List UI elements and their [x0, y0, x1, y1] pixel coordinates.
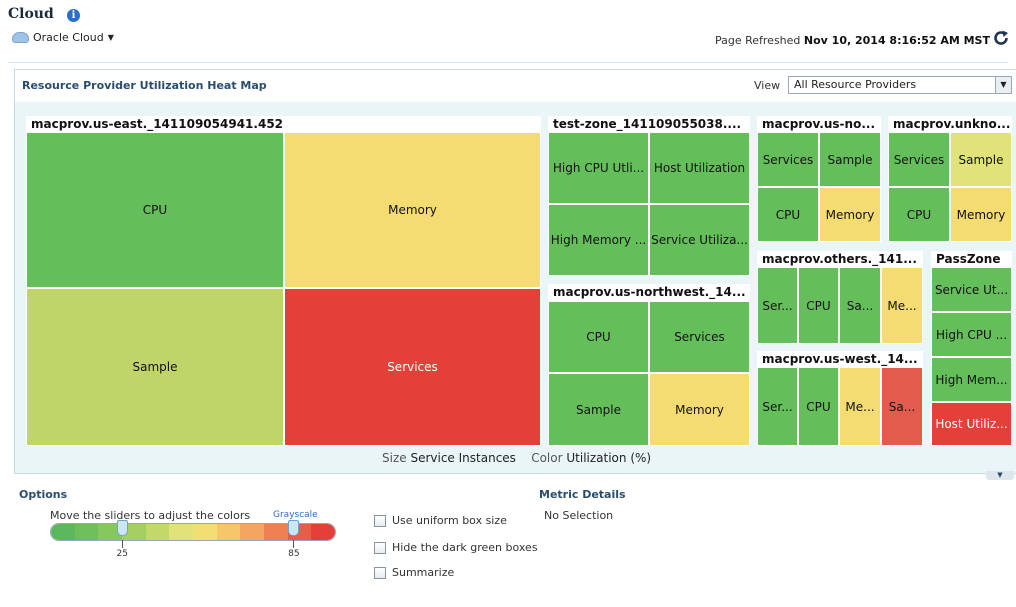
- collapse-toggle-icon[interactable]: ▼: [986, 471, 1014, 480]
- heatmap-group-passzone: PassZone Service Ut... High CPU ... High…: [931, 251, 1012, 446]
- refresh-time: Nov 10, 2014 8:16:52 AM MST: [803, 34, 990, 47]
- options-title: Options: [19, 488, 68, 501]
- heatmap-title: Resource Provider Utilization Heat Map: [22, 79, 267, 92]
- heatmap-cell[interactable]: Sa...: [839, 267, 881, 344]
- slider-instructions: Move the sliders to adjust the colors: [50, 509, 251, 522]
- group-title: test-zone_141109055038....: [553, 117, 742, 131]
- heatmap-cell[interactable]: CPU: [757, 187, 819, 242]
- uniform-box-size-label: Use uniform box size: [392, 514, 507, 527]
- group-title: macprov.us-east._141109054941.452: [31, 117, 284, 131]
- heatmap-cell[interactable]: Memory: [649, 373, 750, 446]
- slider-low-handle[interactable]: [116, 520, 128, 536]
- heatmap-cell[interactable]: CPU: [798, 367, 839, 446]
- heatmap-group-unknown: macprov.unkno... Services Sample CPU Mem…: [888, 116, 1012, 242]
- target-selector-label: Oracle Cloud: [33, 31, 104, 44]
- heatmap-cell[interactable]: Me...: [839, 367, 881, 446]
- heatmap-cell[interactable]: CPU: [888, 187, 950, 242]
- color-scale-segment: [169, 524, 194, 540]
- color-label: Color: [531, 451, 563, 465]
- heatmap-cell[interactable]: CPU: [548, 301, 649, 373]
- color-scale-segment: [145, 524, 170, 540]
- color-scale-segment: [311, 524, 335, 540]
- target-selector-menu[interactable]: Oracle Cloud ▼: [12, 31, 114, 44]
- heatmap-cell[interactable]: Sample: [548, 373, 649, 446]
- color-scale-segment: [240, 524, 265, 540]
- grayscale-link[interactable]: Grayscale: [273, 510, 318, 520]
- color-value: Utilization (%): [566, 451, 652, 465]
- view-select-value: All Resource Providers: [794, 78, 917, 91]
- size-value: Service Instances: [410, 451, 516, 465]
- heatmap-cell[interactable]: Services: [649, 301, 750, 373]
- group-title: macprov.us-no...: [762, 117, 875, 131]
- heatmap-cell[interactable]: Host Utiliz...: [931, 402, 1012, 446]
- metric-details-title: Metric Details: [539, 488, 626, 501]
- heatmap-cell[interactable]: Memory: [950, 187, 1012, 242]
- page-title: Cloud: [8, 6, 54, 22]
- slider-low-value: 25: [116, 549, 128, 559]
- color-scale-segment: [216, 524, 241, 540]
- slider-high-value: 85: [288, 549, 300, 559]
- heatmap-cell[interactable]: CPU: [798, 267, 839, 344]
- heatmap-cell[interactable]: Host Utilization: [649, 132, 750, 204]
- hide-dark-green-checkbox[interactable]: [374, 541, 386, 554]
- slider-high-tick: [293, 540, 295, 548]
- uniform-box-size-checkbox-row[interactable]: Use uniform box size: [374, 514, 507, 527]
- heatmap-group-test-zone: test-zone_141109055038.... High CPU Utli…: [548, 116, 750, 276]
- heatmap-group-us-west: macprov.us-west._14... Ser... CPU Me... …: [757, 351, 923, 446]
- dropdown-arrow-icon[interactable]: ▼: [995, 77, 1011, 93]
- group-title: macprov.us-west._14...: [762, 352, 918, 366]
- group-title: PassZone: [936, 252, 1001, 266]
- summarize-checkbox-row[interactable]: Summarize: [374, 566, 454, 579]
- heatmap-group-us-no: macprov.us-no... Services Sample CPU Mem…: [757, 116, 881, 242]
- color-scale-segment: [193, 524, 217, 540]
- view-select[interactable]: All Resource Providers ▼: [788, 76, 1012, 94]
- hide-dark-green-label: Hide the dark green boxes: [392, 541, 538, 554]
- heatmap-cell[interactable]: High Memory ...: [548, 204, 649, 276]
- page-refreshed-text: Page Refreshed Nov 10, 2014 8:16:52 AM M…: [715, 34, 990, 47]
- heatmap-cell[interactable]: CPU: [26, 132, 284, 288]
- info-icon[interactable]: i: [67, 9, 80, 22]
- heatmap-cell[interactable]: High CPU ...: [931, 312, 1012, 357]
- view-label: View: [754, 79, 781, 92]
- group-title: macprov.us-northwest._14...: [553, 285, 746, 299]
- heatmap-cell[interactable]: Sample: [819, 132, 881, 187]
- group-title: macprov.others._141...: [762, 252, 917, 266]
- heatmap-cell[interactable]: Ser...: [757, 267, 798, 344]
- metric-details-value: No Selection: [544, 509, 614, 522]
- slider-low-tick: [121, 540, 123, 548]
- header-divider: [8, 62, 1008, 63]
- slider-high-handle[interactable]: [288, 520, 300, 536]
- heatmap-cell[interactable]: Memory: [284, 132, 541, 288]
- heatmap-group-others: macprov.others._141... Ser... CPU Sa... …: [757, 251, 923, 344]
- heatmap-cell[interactable]: Ser...: [757, 367, 798, 446]
- heatmap-cell[interactable]: Memory: [819, 187, 881, 242]
- group-title: macprov.unkno...: [893, 117, 1011, 131]
- heatmap-cell[interactable]: Me...: [881, 267, 923, 344]
- heatmap-cell[interactable]: Services: [888, 132, 950, 187]
- heatmap-cell[interactable]: High Mem...: [931, 357, 1012, 402]
- heatmap-cell[interactable]: Services: [284, 288, 541, 446]
- refresh-prefix: Page Refreshed: [714, 34, 801, 47]
- summarize-checkbox[interactable]: [374, 566, 386, 579]
- hide-dark-green-checkbox-row[interactable]: Hide the dark green boxes: [374, 541, 538, 554]
- size-label: Size: [382, 451, 407, 465]
- heatmap-group-us-east: macprov.us-east._141109054941.452 CPU Me…: [26, 116, 541, 446]
- summarize-label: Summarize: [392, 566, 455, 579]
- color-scale-segment: [51, 524, 75, 540]
- heatmap-cell[interactable]: Services: [757, 132, 819, 187]
- heatmap-cell[interactable]: Service Utiliza...: [649, 204, 750, 276]
- heatmap-cell[interactable]: Sample: [26, 288, 284, 446]
- heatmap-group-us-northwest: macprov.us-northwest._14... CPU Services…: [548, 284, 750, 446]
- heatmap-cell[interactable]: Sample: [950, 132, 1012, 187]
- color-scale-segment: [74, 524, 99, 540]
- heatmap-legend: Size Service Instances Color Utilization…: [382, 451, 651, 465]
- heatmap-cell[interactable]: High CPU Utli...: [548, 132, 649, 204]
- cloud-icon: [12, 32, 29, 43]
- chevron-down-icon: ▼: [107, 33, 114, 42]
- refresh-icon[interactable]: [992, 29, 1010, 47]
- heatmap-cell[interactable]: Sa...: [881, 367, 923, 446]
- color-scale-segment: [264, 524, 288, 540]
- heatmap-cell[interactable]: Service Ut...: [931, 267, 1012, 312]
- uniform-box-size-checkbox[interactable]: [374, 514, 386, 527]
